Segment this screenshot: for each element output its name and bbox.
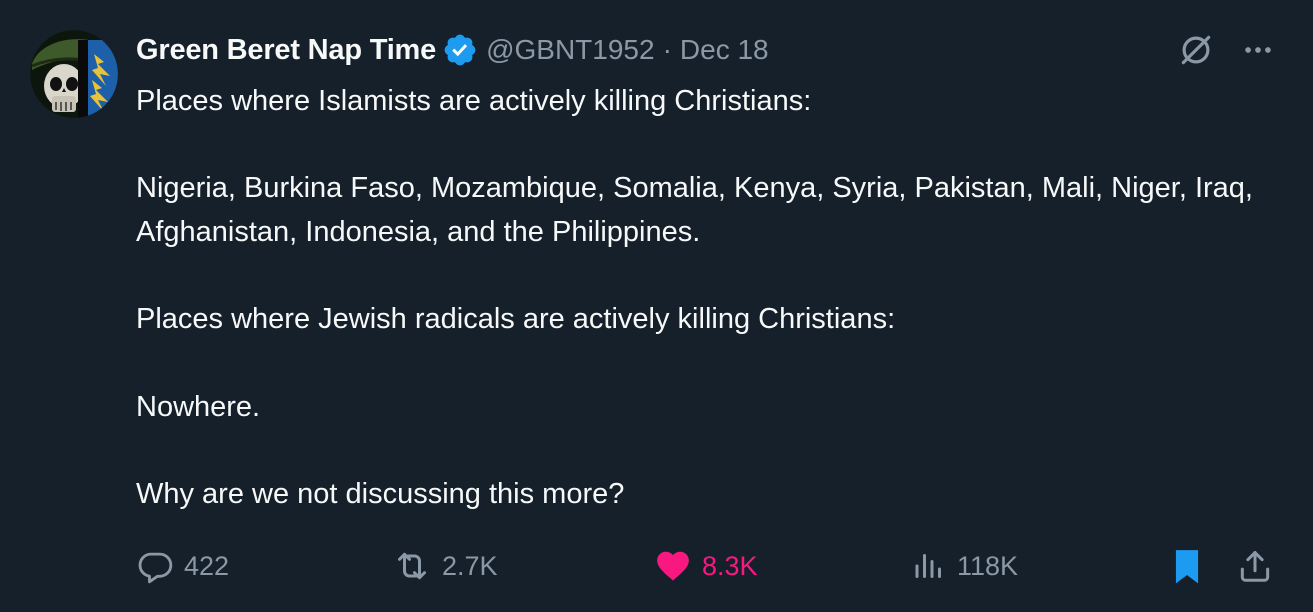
more-icon[interactable]: [1241, 33, 1275, 67]
avatar[interactable]: [30, 30, 118, 118]
tweet-header: Green Beret Nap Time @GBNT1952 · Dec 18: [136, 28, 769, 72]
tweet-paragraph: Places where Islamists are actively kill…: [136, 85, 812, 117]
tweet-paragraph-blank: [136, 342, 1276, 386]
display-name[interactable]: Green Beret Nap Time: [136, 34, 436, 67]
views-icon: [911, 548, 947, 584]
share-button[interactable]: [1236, 542, 1274, 590]
bookmark-button[interactable]: [1170, 542, 1204, 590]
reply-count: 422: [184, 550, 230, 581]
tweet-paragraph: Nigeria, Burkina Faso, Mozambique, Somal…: [136, 172, 1253, 249]
tweet: Green Beret Nap Time @GBNT1952 · Dec 18: [0, 0, 1313, 612]
reply-icon: [136, 547, 174, 585]
avatar-image: [30, 30, 118, 118]
heart-icon: [654, 547, 692, 585]
like-button[interactable]: 8.3K: [654, 542, 758, 590]
tweet-text: Places where Islamists are actively kill…: [136, 80, 1276, 517]
grok-icon[interactable]: [1177, 31, 1215, 69]
verified-badge-icon[interactable]: [442, 32, 478, 68]
action-bar: 422 2.7K 8.3K 118K: [136, 542, 1276, 590]
tweet-date[interactable]: Dec 18: [680, 34, 769, 66]
tweet-paragraph-blank: [136, 430, 1276, 474]
top-actions: [1177, 28, 1275, 72]
separator-dot: ·: [662, 34, 672, 65]
tweet-paragraph-blank: [136, 124, 1276, 168]
share-icon: [1236, 547, 1274, 585]
tweet-paragraph: Nowhere.: [136, 390, 261, 423]
views-button[interactable]: 118K: [911, 542, 1018, 590]
tweet-paragraph: Why are we not discussing this more?: [136, 478, 625, 511]
reply-button[interactable]: 422: [136, 542, 229, 590]
retweet-button[interactable]: 2.7K: [392, 542, 498, 590]
tweet-paragraph-blank: [136, 255, 1276, 299]
bookmark-icon: [1170, 547, 1204, 585]
retweet-count: 2.7K: [442, 550, 498, 581]
tweet-paragraph: Places where Jewish radicals are activel…: [136, 303, 896, 336]
like-count: 8.3K: [702, 550, 758, 581]
views-count: 118K: [957, 550, 1019, 581]
user-handle[interactable]: @GBNT1952: [486, 34, 655, 66]
retweet-icon: [392, 546, 432, 586]
